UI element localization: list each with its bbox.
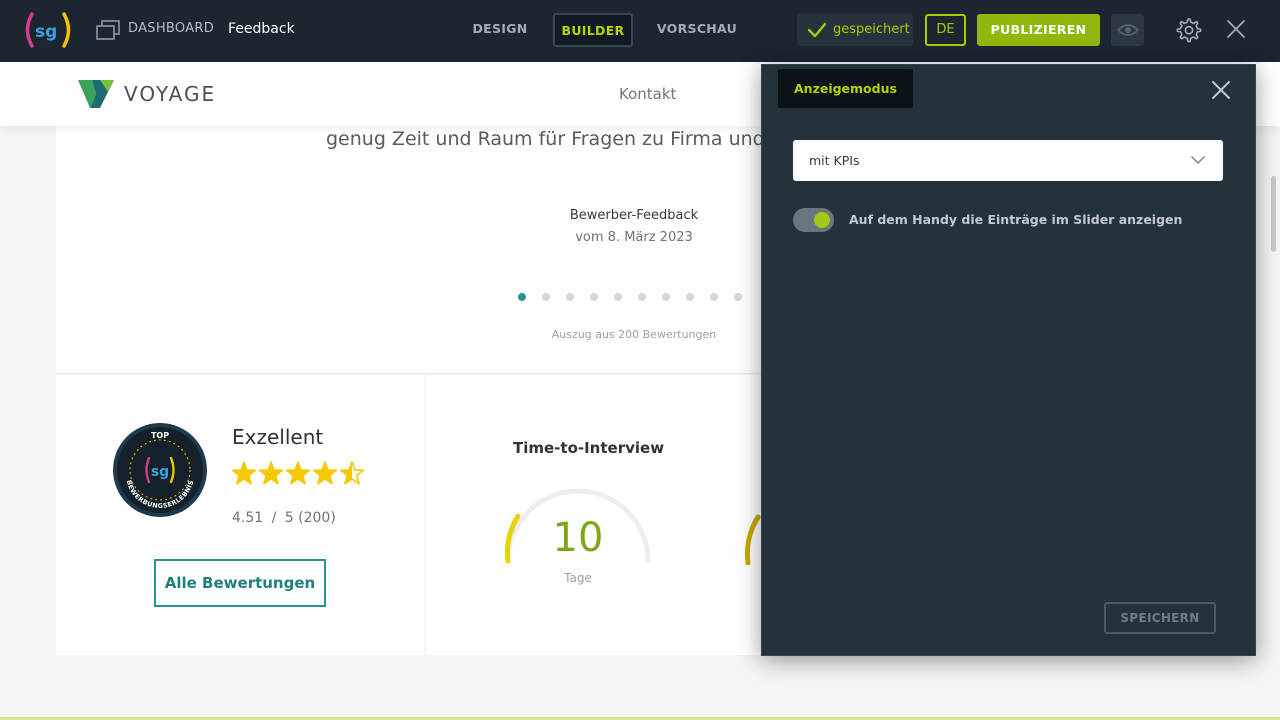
slider-dot[interactable]	[614, 293, 622, 301]
display-mode-panel: Anzeigemodus mit KPIs Auf dem Handy die …	[761, 64, 1256, 656]
page-scrollbar[interactable]	[1271, 176, 1276, 252]
rating-score: 4.51 / 5 (200)	[232, 510, 336, 526]
rating-separator: /	[271, 510, 277, 526]
second-kpi-gauge	[744, 514, 761, 565]
rating-score-value: 4.51	[232, 510, 264, 526]
slider-dot[interactable]	[686, 293, 694, 301]
save-button[interactable]: SPEICHERN	[1104, 602, 1216, 634]
star-rating	[232, 461, 365, 485]
kpi-value: 10	[552, 515, 604, 561]
tab-design[interactable]: DESIGN	[470, 13, 530, 47]
saved-status: gespeichert	[797, 14, 913, 46]
current-page-label: Feedback	[228, 21, 295, 37]
checkmark-icon	[807, 22, 827, 38]
dashboard-icon[interactable]	[96, 20, 120, 40]
mobile-slider-toggle-label: Auf dem Handy die Einträge im Slider anz…	[849, 212, 1183, 227]
mobile-slider-toggle[interactable]	[793, 208, 834, 232]
slider-dot[interactable]	[590, 293, 598, 301]
slider-dot[interactable]	[518, 293, 526, 301]
app-topbar: sg DASHBOARD Feedback DESIGN BUILDER VOR…	[0, 0, 1280, 62]
top-bewerbungserlebnis-badge: TOP sg BEWERBUNGSERLEBNIS	[113, 423, 207, 517]
publish-button[interactable]: PUBLIZIEREN	[977, 14, 1100, 46]
feedback-slider-card: genug Zeit und Raum für Fragen zu Firma …	[56, 116, 776, 374]
site-brand-name[interactable]: VOYAGE	[124, 82, 216, 106]
star-icon	[312, 461, 338, 485]
rating-title: Exzellent	[232, 425, 324, 449]
star-icon	[285, 461, 311, 485]
rating-card: TOP sg BEWERBUNGSERLEBNIS Exzellent 4.51…	[56, 375, 424, 655]
chevron-down-icon	[1191, 156, 1205, 165]
tab-preview[interactable]: VORSCHAU	[656, 13, 738, 47]
slider-dot[interactable]	[566, 293, 574, 301]
voyage-logo-icon	[78, 80, 114, 108]
preview-eye-button[interactable]	[1111, 14, 1144, 46]
gear-icon[interactable]	[1174, 16, 1202, 44]
tab-builder[interactable]: BUILDER	[553, 13, 633, 47]
star-icon	[232, 461, 257, 485]
display-mode-select-value: mit KPIs	[809, 153, 860, 168]
feedback-quote: genug Zeit und Raum für Fragen zu Firma …	[326, 128, 765, 150]
dashboard-link[interactable]: DASHBOARD	[128, 21, 214, 36]
badge-center-text: sg	[151, 464, 169, 480]
saved-status-label: gespeichert	[833, 22, 910, 37]
sg-logo[interactable]: sg	[22, 10, 74, 50]
sg-logo-text: sg	[35, 22, 57, 42]
eye-icon	[1117, 24, 1139, 36]
badge-top-text: TOP	[151, 431, 169, 440]
kpi-card: Time-to-Interview 10 Tage	[426, 375, 776, 655]
rating-max-count: 5 (200)	[284, 510, 336, 526]
star-icon	[258, 461, 284, 485]
close-icon[interactable]	[1226, 19, 1246, 39]
display-mode-select[interactable]: mit KPIs	[793, 140, 1223, 181]
toggle-knob	[814, 212, 830, 228]
all-reviews-button[interactable]: Alle Bewertungen	[154, 559, 326, 607]
slider-dot[interactable]	[638, 293, 646, 301]
close-icon[interactable]	[1210, 79, 1232, 101]
slider-dot[interactable]	[734, 293, 742, 301]
slider-dot[interactable]	[710, 293, 718, 301]
slider-dot[interactable]	[662, 293, 670, 301]
kpi-unit: Tage	[564, 571, 592, 585]
panel-tab-anzeigemodus[interactable]: Anzeigemodus	[778, 69, 913, 108]
nav-link-kontakt[interactable]: Kontakt	[619, 85, 676, 103]
kpi-title: Time-to-Interview	[513, 439, 665, 457]
slider-dot[interactable]	[542, 293, 550, 301]
language-button[interactable]: DE	[925, 14, 966, 46]
